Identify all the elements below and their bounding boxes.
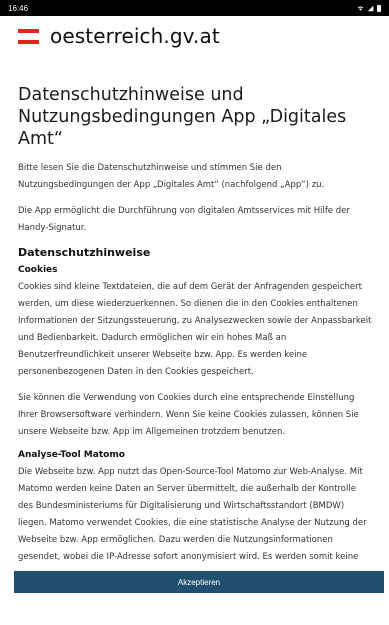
cookies-paragraph: Sie können die Verwendung von Cookies du… bbox=[18, 393, 359, 437]
status-bar: 16:46 bbox=[0, 0, 389, 16]
intro-paragraph: Die App ermöglicht die Durchführung von … bbox=[18, 206, 350, 233]
site-header: oesterreich.gv.at bbox=[0, 16, 389, 56]
status-time: 16:46 bbox=[8, 3, 29, 13]
cookies-heading: Cookies bbox=[18, 265, 58, 275]
intro-paragraph: Bitte lesen Sie die Datenschutzhinweise … bbox=[18, 163, 325, 190]
bottom-area bbox=[0, 593, 389, 625]
matomo-paragraph: Die Webseite bzw. App nutzt das Open-Sou… bbox=[18, 467, 367, 562]
page-title: Datenschutzhinweise und Nutzungsbedingun… bbox=[18, 85, 347, 149]
austria-flag-logo-icon bbox=[18, 28, 39, 44]
terms-content[interactable]: Datenschutzhinweise und Nutzungsbedingun… bbox=[0, 56, 389, 566]
battery-icon bbox=[377, 4, 381, 12]
matomo-heading: Analyse-Tool Matomo bbox=[18, 450, 125, 460]
signal-icon bbox=[367, 5, 374, 11]
cookies-paragraph: Cookies sind kleine Textdateien, die auf… bbox=[18, 282, 372, 377]
status-icons bbox=[357, 4, 381, 12]
site-name: oesterreich.gv.at bbox=[50, 24, 220, 48]
accept-button[interactable]: Akzeptieren bbox=[14, 571, 384, 593]
privacy-heading: Datenschutzhinweise bbox=[18, 246, 151, 259]
wifi-icon bbox=[357, 5, 364, 11]
